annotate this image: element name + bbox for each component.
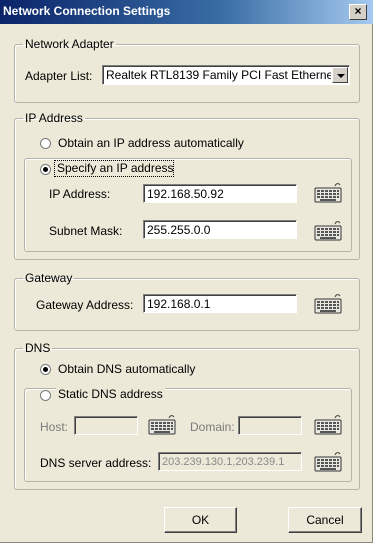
specify-ip-radio[interactable] (40, 164, 51, 175)
mask-keyboard-button[interactable] (314, 220, 342, 241)
obtain-ip-auto-radio[interactable] (40, 138, 51, 149)
adapter-list-dropdown[interactable]: Realtek RTL8139 Family PCI Fast Ethernet… (102, 65, 350, 85)
obtain-ip-auto-label[interactable]: Obtain an IP address automatically (58, 136, 244, 150)
gateway-address-input[interactable] (143, 294, 297, 313)
domain-label: Domain: (190, 420, 235, 434)
ip-keyboard-button[interactable] (314, 182, 342, 203)
gateway-address-label: Gateway Address: (36, 298, 134, 312)
subnet-mask-label: Subnet Mask: (49, 224, 123, 238)
static-dns-radio[interactable] (40, 390, 51, 401)
obtain-dns-auto-label[interactable]: Obtain DNS automatically (58, 362, 195, 376)
host-keyboard-button[interactable] (148, 414, 176, 435)
title-bar[interactable]: Network Connection Settings × (0, 0, 373, 24)
network-adapter-legend: Network Adapter (25, 37, 114, 51)
focus-indicator (54, 160, 174, 177)
dns-legend: DNS (25, 341, 51, 355)
window-title: Network Connection Settings (3, 4, 171, 18)
host-label: Host: (40, 420, 69, 434)
domain-input[interactable] (238, 416, 302, 435)
cancel-button[interactable]: Cancel (288, 507, 362, 533)
close-button[interactable]: × (349, 4, 367, 20)
obtain-dns-auto-radio[interactable] (40, 364, 51, 375)
dns-server-label: DNS server address: (40, 456, 152, 470)
adapter-list-label: Adapter List: (25, 69, 93, 83)
gateway-legend: Gateway (25, 271, 73, 285)
keyboard-icon (148, 415, 176, 435)
host-input[interactable] (74, 416, 138, 435)
dns-server-keyboard-button[interactable] (314, 451, 342, 472)
dns-server-input[interactable] (158, 452, 302, 471)
ip-address-label: IP Address: (49, 187, 111, 201)
adapter-selected-value: Realtek RTL8139 Family PCI Fast Ethernet… (106, 68, 331, 82)
close-icon: × (354, 4, 362, 18)
ip-address-legend: IP Address (25, 111, 83, 125)
keyboard-icon (314, 452, 342, 472)
ok-button[interactable]: OK (164, 507, 237, 533)
keyboard-icon (314, 294, 342, 314)
keyboard-icon (314, 183, 342, 203)
keyboard-icon (314, 415, 342, 435)
domain-keyboard-button[interactable] (314, 414, 342, 435)
ip-address-input[interactable] (143, 184, 297, 203)
static-dns-label[interactable]: Static DNS address (56, 387, 165, 401)
chevron-down-icon[interactable] (332, 67, 348, 83)
gateway-keyboard-button[interactable] (314, 293, 342, 314)
subnet-mask-input[interactable] (143, 220, 297, 239)
network-settings-dialog: Network Connection Settings × Network Ad… (0, 0, 373, 543)
keyboard-icon (314, 221, 342, 241)
